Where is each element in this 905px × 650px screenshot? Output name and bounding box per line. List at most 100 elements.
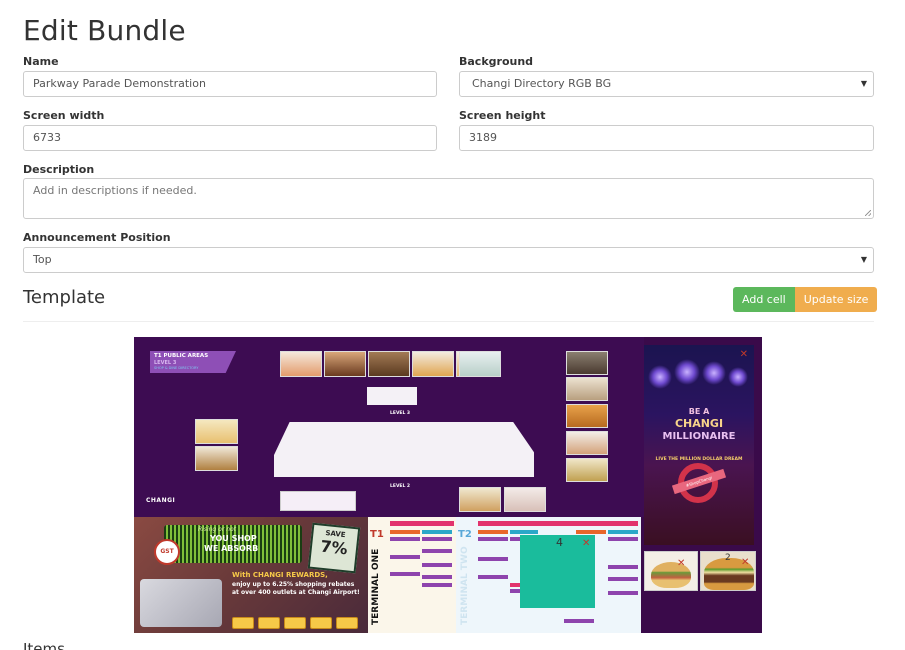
resize-handle-icon[interactable] bbox=[865, 210, 871, 216]
close-icon[interactable]: ✕ bbox=[582, 538, 590, 549]
listing-bar bbox=[608, 591, 638, 595]
shop-thumbnail bbox=[566, 351, 608, 375]
voucher-graphic bbox=[310, 617, 332, 629]
rewards-card-graphic bbox=[140, 579, 222, 627]
screen-height-input[interactable]: 3189 bbox=[459, 125, 874, 151]
listing-bar bbox=[390, 537, 420, 541]
changi-logo: CHANGI bbox=[146, 497, 176, 504]
food-thumbnail bbox=[324, 351, 366, 377]
food-thumbnail bbox=[459, 487, 501, 512]
food-thumbnail bbox=[195, 446, 238, 471]
close-icon[interactable]: ✕ bbox=[740, 349, 748, 360]
firework-graphic bbox=[728, 367, 748, 387]
page-title: Edit Bundle bbox=[23, 14, 186, 47]
terminal-vertical-label: TERMINAL TWO bbox=[460, 546, 470, 625]
listing-header bbox=[478, 521, 638, 526]
cell-selected[interactable]: 4 ✕ bbox=[520, 535, 595, 608]
promo-line3: at over 400 outlets at Changi Airport! bbox=[232, 589, 360, 596]
promo-line1: With CHANGI REWARDS, bbox=[232, 571, 328, 579]
cell-burger-1[interactable]: ✕ bbox=[644, 551, 698, 591]
listing-bar bbox=[478, 557, 508, 561]
template-actions: Add cell Update size bbox=[733, 287, 878, 312]
terminal-vertical-label: TERMINAL ONE bbox=[371, 548, 381, 625]
listing-bar bbox=[390, 555, 420, 559]
food-thumbnail bbox=[368, 351, 410, 377]
ad-title-line1: BE A bbox=[688, 407, 710, 416]
cell-map[interactable]: T1 PUBLIC AREAS LEVEL 3 SHOP & DINE DIRE… bbox=[134, 337, 644, 517]
listing-bar bbox=[608, 530, 638, 534]
floorplan-upper bbox=[367, 387, 417, 405]
cell-rewards[interactable]: Rising or not YOU SHOP WE ABSORB GST SAV… bbox=[134, 517, 368, 633]
food-thumbnail bbox=[195, 419, 238, 444]
ad-title-line3: MILLIONAIRE bbox=[662, 431, 736, 442]
template-canvas: T1 PUBLIC AREAS LEVEL 3 SHOP & DINE DIRE… bbox=[134, 337, 762, 633]
cell-number: 2 bbox=[725, 553, 731, 563]
firework-graphic bbox=[702, 361, 726, 385]
screen-width-label: Screen width bbox=[23, 109, 105, 122]
listing-bar bbox=[510, 530, 538, 534]
update-size-button[interactable]: Update size bbox=[794, 287, 878, 312]
description-placeholder: Add in descriptions if needed. bbox=[33, 184, 197, 197]
barcode-line3: WE ABSORB bbox=[204, 544, 259, 553]
template-heading: Template bbox=[23, 287, 106, 308]
level-tag-top: LEVEL 3 bbox=[390, 411, 411, 416]
listing-bar bbox=[422, 563, 452, 567]
ad-title-line2: CHANGI bbox=[674, 417, 724, 430]
background-selected-value: Changi Directory RGB BG bbox=[472, 77, 612, 90]
chevron-down-icon: ▼ bbox=[860, 255, 867, 264]
listing-bar bbox=[390, 572, 420, 576]
map-banner-title: T1 PUBLIC AREAS bbox=[154, 353, 209, 359]
cell-number: 4 bbox=[556, 536, 563, 549]
description-label: Description bbox=[23, 163, 95, 176]
cell-burger-2[interactable]: 2 ✕ bbox=[700, 551, 756, 591]
name-input[interactable]: Parkway Parade Demonstration bbox=[23, 71, 437, 97]
divider bbox=[23, 321, 874, 322]
listing-header bbox=[390, 521, 454, 526]
listing-bar bbox=[422, 537, 452, 541]
food-thumbnail bbox=[566, 431, 608, 455]
listing-bar bbox=[478, 537, 508, 541]
barcode-line2: YOU SHOP bbox=[210, 534, 257, 543]
announcement-position-selected-value: Top bbox=[33, 253, 52, 266]
add-cell-button[interactable]: Add cell bbox=[733, 287, 795, 312]
ad-tagline: LIVE THE MILLION DOLLAR DREAM bbox=[655, 457, 743, 462]
close-icon[interactable]: ✕ bbox=[677, 558, 685, 569]
close-icon[interactable]: ✕ bbox=[741, 557, 749, 568]
voucher-graphic bbox=[232, 617, 254, 629]
barcode-graphic: Rising or not YOU SHOP WE ABSORB bbox=[164, 525, 302, 563]
cell-terminal-one[interactable]: T1 TERMINAL ONE bbox=[368, 517, 456, 633]
voucher-graphic bbox=[336, 617, 358, 629]
firework-graphic bbox=[648, 365, 672, 389]
description-textarea[interactable]: Add in descriptions if needed. bbox=[23, 178, 874, 219]
voucher-graphic bbox=[258, 617, 280, 629]
map-legend bbox=[280, 491, 356, 511]
save-percent: 7% bbox=[319, 536, 349, 559]
items-heading: Items bbox=[23, 640, 65, 650]
terminal-badge: T1 bbox=[370, 529, 384, 540]
listing-bar bbox=[478, 530, 508, 534]
level-tag-bottom: LEVEL 2 bbox=[390, 484, 411, 489]
food-thumbnail bbox=[459, 351, 501, 377]
listing-bar bbox=[422, 583, 452, 587]
listing-bar bbox=[422, 549, 452, 553]
listing-bar bbox=[608, 565, 638, 569]
beauty-thumbnail bbox=[504, 487, 546, 512]
listing-bar bbox=[576, 530, 606, 534]
background-select[interactable]: Changi Directory RGB BG ▼ bbox=[459, 71, 874, 97]
listing-bar bbox=[422, 530, 452, 534]
food-thumbnail bbox=[566, 404, 608, 428]
food-thumbnail bbox=[566, 458, 608, 482]
announcement-position-select[interactable]: Top ▼ bbox=[23, 247, 874, 273]
cell-ad[interactable]: BE A CHANGI MILLIONAIRE LIVE THE MILLION… bbox=[644, 345, 754, 545]
save-badge: SAVE 7% bbox=[307, 522, 361, 574]
voucher-graphic bbox=[284, 617, 306, 629]
screen-width-input[interactable]: 6733 bbox=[23, 125, 437, 151]
listing-bar bbox=[478, 575, 508, 579]
listing-bar bbox=[608, 577, 638, 581]
floorplan-main bbox=[274, 422, 534, 477]
shop-thumbnail bbox=[566, 377, 608, 401]
listing-bar bbox=[422, 575, 452, 579]
map-banner: T1 PUBLIC AREAS LEVEL 3 SHOP & DINE DIRE… bbox=[150, 351, 236, 373]
map-banner-subtitle: SHOP & DINE DIRECTORY bbox=[154, 366, 199, 370]
screen-height-label: Screen height bbox=[459, 109, 546, 122]
